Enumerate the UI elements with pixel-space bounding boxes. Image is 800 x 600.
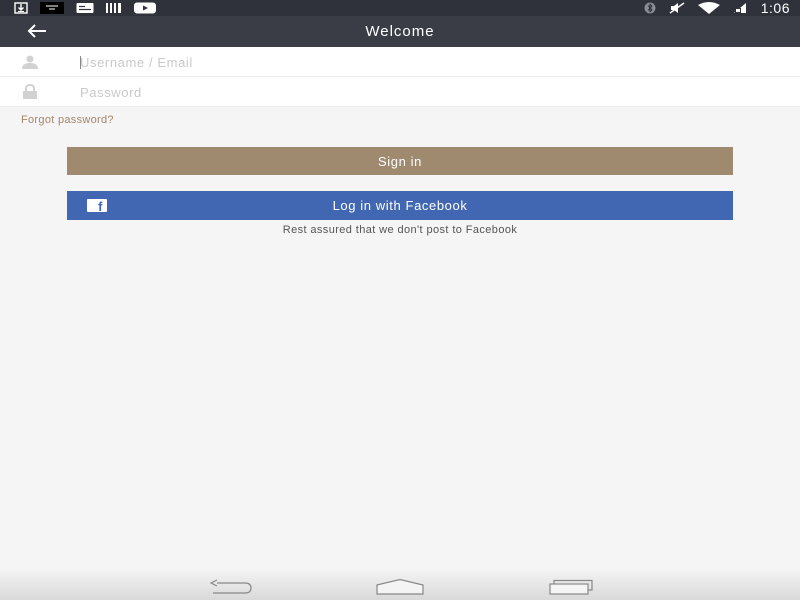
forgot-password-link[interactable]: Forgot password? <box>21 114 114 126</box>
sign-in-label: Sign in <box>378 153 422 169</box>
barcode-icon <box>106 2 122 14</box>
status-left-icons <box>14 2 156 14</box>
facebook-icon: f <box>87 199 107 212</box>
keyboard-icon <box>40 2 64 14</box>
app-bar: Welcome <box>0 16 800 47</box>
wifi-icon <box>697 2 721 14</box>
navigation-bar <box>0 571 800 600</box>
password-input[interactable] <box>80 81 780 103</box>
page-title: Welcome <box>365 23 435 40</box>
nav-recents-button[interactable] <box>546 577 596 597</box>
sign-in-button[interactable]: Sign in <box>67 147 733 175</box>
bluetooth-icon <box>643 2 657 14</box>
message-icon <box>76 2 94 14</box>
back-icon <box>209 579 252 594</box>
status-right-icons: 1:06 <box>643 0 790 16</box>
mute-icon <box>669 2 685 14</box>
facebook-login-button[interactable]: f Log in with Facebook <box>67 191 733 220</box>
arrow-left-icon <box>27 24 46 38</box>
recents-icon <box>549 579 593 595</box>
status-time: 1:06 <box>760 0 790 16</box>
back-button[interactable] <box>24 20 50 42</box>
username-input[interactable] <box>80 51 780 73</box>
home-icon <box>376 579 424 595</box>
user-icon <box>20 54 40 70</box>
facebook-login-label: Log in with Facebook <box>332 198 468 213</box>
status-bar: 1:06 <box>0 0 800 16</box>
nav-back-button[interactable] <box>204 577 254 597</box>
download-icon <box>14 2 28 14</box>
youtube-icon <box>134 2 156 14</box>
username-row <box>0 47 800 77</box>
password-row <box>0 77 800 107</box>
lock-icon <box>20 84 40 100</box>
text-cursor <box>80 56 81 69</box>
nav-home-button[interactable] <box>375 577 425 597</box>
facebook-note: Rest assured that we don't post to Faceb… <box>282 224 518 236</box>
signal-icon <box>733 2 747 14</box>
